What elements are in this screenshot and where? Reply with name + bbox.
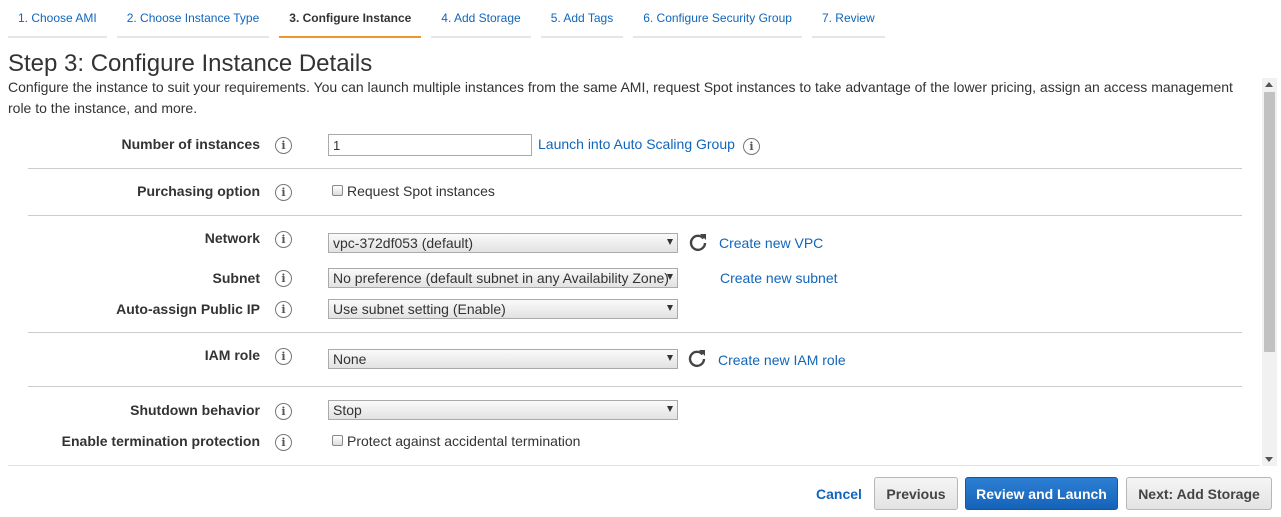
number-of-instances-label: Number of instances <box>121 136 260 152</box>
dropdown-arrow-icon <box>667 239 673 245</box>
dropdown-arrow-icon <box>667 355 673 361</box>
info-icon[interactable]: i <box>275 231 292 248</box>
scroll-thumb[interactable] <box>1264 92 1275 352</box>
divider <box>28 168 1242 169</box>
page-description: Configure the instance to suit your requ… <box>8 79 1233 116</box>
tab-choose-ami[interactable]: 1. Choose AMI <box>8 0 107 38</box>
info-icon[interactable]: i <box>275 270 292 287</box>
dropdown-arrow-icon <box>667 274 673 280</box>
divider <box>28 215 1242 216</box>
info-icon[interactable]: i <box>275 434 292 451</box>
next-add-storage-button[interactable]: Next: Add Storage <box>1126 477 1272 510</box>
shutdown-behavior-select[interactable]: Stop <box>328 400 678 420</box>
refresh-icon[interactable] <box>688 232 708 252</box>
divider <box>28 386 1242 387</box>
form-scrollbar[interactable] <box>1262 78 1277 466</box>
review-and-launch-button[interactable]: Review and Launch <box>965 477 1118 510</box>
request-spot-checkbox[interactable] <box>332 185 343 196</box>
termination-protection-label: Enable termination protection <box>61 433 260 449</box>
info-icon[interactable]: i <box>275 184 292 201</box>
number-of-instances-input[interactable] <box>328 134 532 156</box>
subnet-select-value: No preference (default subnet in any Ava… <box>333 270 669 286</box>
tab-review[interactable]: 7. Review <box>811 0 885 38</box>
divider <box>28 332 1242 333</box>
request-spot-label[interactable]: Request Spot instances <box>347 183 495 199</box>
info-icon[interactable]: i <box>275 348 292 365</box>
info-icon[interactable]: i <box>275 403 292 420</box>
refresh-icon[interactable] <box>687 348 707 368</box>
info-icon[interactable]: i <box>275 137 292 154</box>
scroll-up-icon[interactable] <box>1265 82 1273 87</box>
info-icon[interactable]: i <box>743 138 760 155</box>
iam-role-label: IAM role <box>204 347 260 363</box>
auto-assign-public-ip-value: Use subnet setting (Enable) <box>333 301 506 317</box>
tab-configure-instance[interactable]: 3. Configure Instance <box>279 0 422 38</box>
launch-into-asg-link[interactable]: Launch into Auto Scaling Group <box>538 136 735 152</box>
purchasing-option-label: Purchasing option <box>137 183 260 199</box>
iam-role-value: None <box>333 351 367 367</box>
scroll-down-icon[interactable] <box>1265 457 1273 462</box>
dropdown-arrow-icon <box>667 305 673 311</box>
info-icon[interactable]: i <box>275 301 292 318</box>
create-new-subnet-link[interactable]: Create new subnet <box>720 270 838 286</box>
network-select-value: vpc-372df053 (default) <box>333 235 474 251</box>
tab-add-tags[interactable]: 5. Add Tags <box>540 0 624 38</box>
tab-configure-security-group[interactable]: 6. Configure Security Group <box>633 0 802 38</box>
create-new-vpc-link[interactable]: Create new VPC <box>719 235 823 251</box>
wizard-tabs: 1. Choose AMI 2. Choose Instance Type 3.… <box>8 0 895 38</box>
cancel-button[interactable]: Cancel <box>804 477 874 510</box>
tab-add-storage[interactable]: 4. Add Storage <box>431 0 531 38</box>
network-label: Network <box>204 230 260 246</box>
configure-instance-form: Number of instances i Launch into Auto S… <box>8 120 1260 466</box>
create-new-iam-role-link[interactable]: Create new IAM role <box>718 352 846 368</box>
auto-assign-public-ip-select[interactable]: Use subnet setting (Enable) <box>328 299 678 319</box>
shutdown-behavior-value: Stop <box>333 402 362 418</box>
auto-assign-public-ip-label: Auto-assign Public IP <box>116 301 260 317</box>
shutdown-behavior-label: Shutdown behavior <box>130 402 260 418</box>
termination-protection-checkbox[interactable] <box>332 435 343 446</box>
dropdown-arrow-icon <box>667 406 673 412</box>
subnet-select[interactable]: No preference (default subnet in any Ava… <box>328 268 678 288</box>
iam-role-select[interactable]: None <box>328 349 678 369</box>
tab-choose-instance-type[interactable]: 2. Choose Instance Type <box>116 0 270 38</box>
page-title: Step 3: Configure Instance Details <box>8 50 373 77</box>
termination-protection-checkbox-label[interactable]: Protect against accidental termination <box>347 433 580 449</box>
previous-button[interactable]: Previous <box>874 477 958 510</box>
network-select[interactable]: vpc-372df053 (default) <box>328 233 678 253</box>
subnet-label: Subnet <box>212 270 260 286</box>
